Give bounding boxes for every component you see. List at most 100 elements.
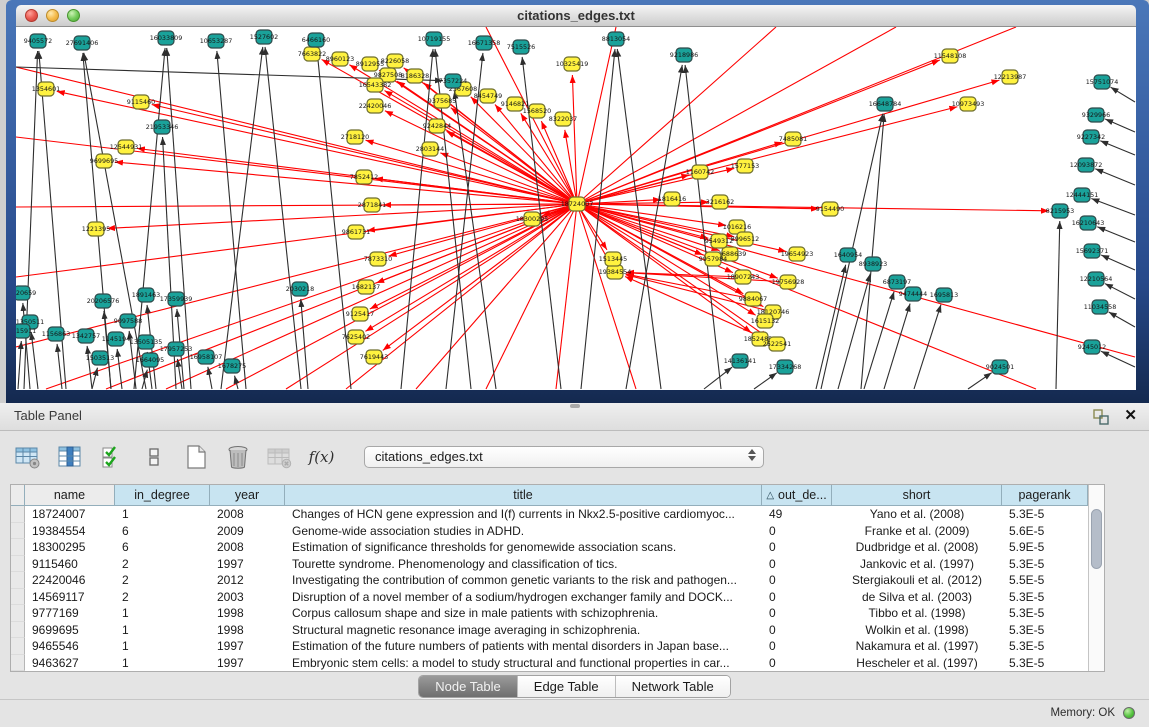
cell-year[interactable]: 1998 (210, 605, 285, 622)
cell-name[interactable]: 22420046 (25, 572, 115, 589)
cell-short[interactable]: Dudbridge et al. (2008) (832, 539, 1002, 556)
cell-year[interactable]: 2003 (210, 589, 285, 606)
row-gutter[interactable] (11, 556, 25, 573)
cell-name[interactable]: 18300295 (25, 539, 115, 556)
cell-short[interactable]: de Silva et al. (2003) (832, 589, 1002, 606)
row-gutter[interactable] (11, 655, 25, 672)
row-gutter[interactable] (11, 539, 25, 556)
cell-title[interactable]: Disruption of a novel member of a sodium… (285, 589, 762, 606)
cell-in_degree[interactable]: 1 (115, 638, 210, 655)
column-header-short[interactable]: short (832, 485, 1002, 506)
cell-name[interactable]: 9777169 (25, 605, 115, 622)
cell-title[interactable]: Genome-wide association studies in ADHD. (285, 523, 762, 540)
table-mode-button[interactable] (14, 444, 41, 470)
cell-short[interactable]: Franke et al. (2009) (832, 523, 1002, 540)
cell-short[interactable]: Stergiakouli et al. (2012) (832, 572, 1002, 589)
vertical-scrollbar[interactable] (1088, 485, 1104, 671)
cell-name[interactable]: 9115460 (25, 556, 115, 573)
table-chooser-dropdown[interactable]: citations_edges.txt (364, 446, 764, 468)
cell-pagerank[interactable]: 5.9E-5 (1002, 539, 1088, 556)
cell-out_de[interactable]: 0 (762, 655, 832, 672)
cell-in_degree[interactable]: 1 (115, 605, 210, 622)
cell-pagerank[interactable]: 5.3E-5 (1002, 506, 1088, 523)
cell-in_degree[interactable]: 6 (115, 523, 210, 540)
cell-out_de[interactable]: 0 (762, 556, 832, 573)
cell-out_de[interactable]: 0 (762, 622, 832, 639)
cell-year[interactable]: 1997 (210, 638, 285, 655)
column-header-in_degree[interactable]: in_degree (115, 485, 210, 506)
cell-out_de[interactable]: 0 (762, 572, 832, 589)
select-columns-button[interactable] (98, 444, 125, 470)
cell-name[interactable]: 9463627 (25, 655, 115, 672)
cell-pagerank[interactable]: 5.5E-5 (1002, 572, 1088, 589)
row-height-button[interactable] (140, 444, 167, 470)
column-header-pagerank[interactable]: pagerank (1002, 485, 1088, 506)
cell-year[interactable]: 2008 (210, 539, 285, 556)
row-gutter[interactable] (11, 589, 25, 606)
column-header-name[interactable]: name (25, 485, 115, 506)
cell-title[interactable]: Corpus callosum shape and size in male p… (285, 605, 762, 622)
cell-year[interactable]: 2012 (210, 572, 285, 589)
cell-in_degree[interactable]: 2 (115, 572, 210, 589)
cell-year[interactable]: 2009 (210, 523, 285, 540)
row-gutter[interactable] (11, 572, 25, 589)
cell-year[interactable]: 1997 (210, 556, 285, 573)
delete-column-button[interactable] (224, 444, 251, 470)
cell-title[interactable]: Structural magnetic resonance image aver… (285, 622, 762, 639)
cell-name[interactable]: 9699695 (25, 622, 115, 639)
cell-in_degree[interactable]: 1 (115, 655, 210, 672)
splitter-grip[interactable] (570, 404, 580, 408)
cell-name[interactable]: 19384554 (25, 523, 115, 540)
cell-in_degree[interactable]: 2 (115, 556, 210, 573)
cell-pagerank[interactable]: 5.3E-5 (1002, 638, 1088, 655)
cell-title[interactable]: Tourette syndrome. Phenomenology and cla… (285, 556, 762, 573)
cell-title[interactable]: Changes of HCN gene expression and I(f) … (285, 506, 762, 523)
cell-out_de[interactable]: 0 (762, 589, 832, 606)
cell-short[interactable]: Wolkin et al. (1998) (832, 622, 1002, 639)
cell-short[interactable]: Hescheler et al. (1997) (832, 655, 1002, 672)
cell-out_de[interactable]: 0 (762, 638, 832, 655)
cell-in_degree[interactable]: 1 (115, 506, 210, 523)
function-builder-button[interactable]: f(x) (308, 444, 335, 470)
scrollbar-thumb[interactable] (1091, 509, 1102, 569)
tab-network-table[interactable]: Network Table (615, 676, 730, 697)
cell-out_de[interactable]: 49 (762, 506, 832, 523)
cell-short[interactable]: Jankovic et al. (1997) (832, 556, 1002, 573)
delete-table-button[interactable] (266, 444, 293, 470)
cell-name[interactable]: 9465546 (25, 638, 115, 655)
cell-out_de[interactable]: 0 (762, 523, 832, 540)
column-header-title[interactable]: title (285, 485, 762, 506)
memory-ok-indicator[interactable] (1123, 707, 1135, 719)
cell-short[interactable]: Yano et al. (2008) (832, 506, 1002, 523)
cell-pagerank[interactable]: 5.3E-5 (1002, 605, 1088, 622)
cell-title[interactable]: Embryonic stem cells: a model to study s… (285, 655, 762, 672)
column-header-out_de[interactable]: △out_de... (762, 485, 832, 506)
cell-name[interactable]: 14569117 (25, 589, 115, 606)
cell-pagerank[interactable]: 5.3E-5 (1002, 589, 1088, 606)
row-gutter[interactable] (11, 605, 25, 622)
network-window-titlebar[interactable]: citations_edges.txt (16, 5, 1136, 27)
cell-out_de[interactable]: 0 (762, 605, 832, 622)
show-columns-button[interactable] (56, 444, 83, 470)
cell-year[interactable]: 2008 (210, 506, 285, 523)
close-panel-icon[interactable]: ✕ (1124, 407, 1137, 425)
cell-title[interactable]: Investigating the contribution of common… (285, 572, 762, 589)
cell-name[interactable]: 18724007 (25, 506, 115, 523)
tab-edge-table[interactable]: Edge Table (517, 676, 615, 697)
cell-pagerank[interactable]: 5.6E-5 (1002, 523, 1088, 540)
cell-title[interactable]: Estimation of the future numbers of pati… (285, 638, 762, 655)
cell-short[interactable]: Nakamura et al. (1997) (832, 638, 1002, 655)
tab-node-table[interactable]: Node Table (419, 676, 517, 697)
cell-out_de[interactable]: 0 (762, 539, 832, 556)
row-gutter[interactable] (11, 523, 25, 540)
cell-year[interactable]: 1998 (210, 622, 285, 639)
row-gutter[interactable] (11, 638, 25, 655)
row-gutter[interactable] (11, 506, 25, 523)
create-column-button[interactable] (182, 444, 209, 470)
cell-title[interactable]: Estimation of significance thresholds fo… (285, 539, 762, 556)
network-canvas[interactable]: 1872400718300295896012389129558226058982… (16, 27, 1136, 390)
cell-pagerank[interactable]: 5.3E-5 (1002, 556, 1088, 573)
column-header-year[interactable]: year (210, 485, 285, 506)
cell-in_degree[interactable]: 1 (115, 622, 210, 639)
cell-pagerank[interactable]: 5.3E-5 (1002, 655, 1088, 672)
